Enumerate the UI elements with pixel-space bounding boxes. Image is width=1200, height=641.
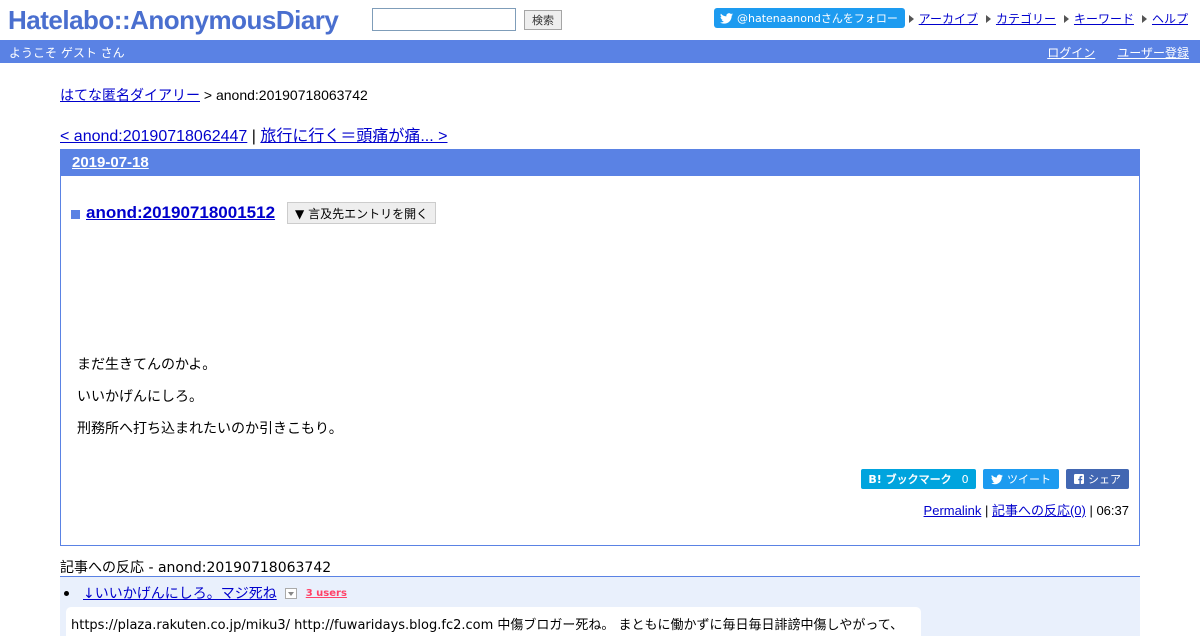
register-link[interactable]: ユーザー登録 bbox=[1117, 44, 1189, 61]
page-navigation: < anond:20190718062447 | 旅行に行く＝頭痛が痛... > bbox=[60, 122, 448, 146]
header-nav: アーカイブ カテゴリー キーワード ヘルプ bbox=[908, 10, 1188, 27]
square-bullet-icon bbox=[71, 209, 80, 219]
nav-item-category[interactable]: カテゴリー bbox=[985, 10, 1056, 27]
twitter-bird-icon bbox=[720, 12, 733, 24]
facebook-icon bbox=[1074, 474, 1084, 484]
arrow-right-icon bbox=[985, 14, 991, 23]
hatena-bookmark-button[interactable]: B! ブックマーク 0 bbox=[861, 469, 976, 489]
bookmark-count: 0 bbox=[961, 472, 969, 486]
reactions-link[interactable]: 記事への反応(0) bbox=[992, 503, 1086, 518]
facebook-share-button[interactable]: シェア bbox=[1066, 469, 1129, 489]
entry-time: 06:37 bbox=[1096, 503, 1129, 518]
site-logo[interactable]: Hatelabo::AnonymousDiary bbox=[8, 3, 339, 37]
user-bar: ようこそ ゲスト さん ログイン ユーザー登録 bbox=[0, 40, 1200, 63]
prev-entry-link[interactable]: < anond:20190718062447 bbox=[60, 128, 247, 145]
bullet-icon bbox=[64, 590, 69, 596]
nav-item-keyword[interactable]: キーワード bbox=[1063, 10, 1134, 27]
breadcrumb: はてな匿名ダイアリー > anond:20190718063742 bbox=[60, 85, 368, 105]
search-button[interactable]: 検索 bbox=[524, 10, 562, 30]
share-label: シェア bbox=[1088, 473, 1121, 486]
footer-separator: | bbox=[1085, 503, 1097, 518]
tweet-label: ツイート bbox=[1007, 473, 1051, 486]
arrow-right-icon bbox=[1141, 14, 1147, 23]
share-buttons: B! ブックマーク 0 ツイート シェア bbox=[861, 469, 1129, 489]
search-input[interactable] bbox=[372, 8, 516, 31]
entry-body: まだ生きてんのかよ。 いいかげんにしろ。 刑務所へ打ち込まれたいのか引きこもり。 bbox=[77, 349, 343, 445]
reaction-snippet: https://plaza.rakuten.co.jp/miku3/ http:… bbox=[66, 607, 921, 641]
login-link[interactable]: ログイン bbox=[1047, 44, 1095, 61]
entry-title-link[interactable]: anond:20190718001512 bbox=[86, 203, 275, 223]
nav-keyword-link[interactable]: キーワード bbox=[1074, 10, 1134, 27]
nav-item-archive[interactable]: アーカイブ bbox=[908, 10, 978, 27]
arrow-right-icon bbox=[908, 14, 914, 23]
permalink-link[interactable]: Permalink bbox=[924, 503, 982, 518]
footer-separator: | bbox=[981, 503, 992, 518]
entry-box: 2019-07-18 anond:20190718001512 ▼ 言及先エント… bbox=[60, 149, 1140, 546]
reaction-title-link[interactable]: ↓いいかげんにしろ。マジ死ね bbox=[83, 583, 277, 603]
breadcrumb-separator: > bbox=[200, 87, 216, 103]
site-header: Hatelabo::AnonymousDiary 検索 @hatenaanond… bbox=[0, 0, 1200, 40]
entry-footer: Permalink | 記事への反応(0) | 06:37 bbox=[924, 500, 1129, 519]
user-links: ログイン ユーザー登録 bbox=[1047, 44, 1189, 61]
entry-body-line: いいかげんにしろ。 bbox=[77, 389, 203, 405]
bookmark-users-badge[interactable]: 3 users bbox=[306, 588, 347, 599]
tweet-button[interactable]: ツイート bbox=[983, 469, 1059, 489]
entry-title-row: anond:20190718001512 ▼ 言及先エントリを開く bbox=[71, 202, 437, 224]
entry-body-line: まだ生きてんのかよ。 bbox=[77, 357, 217, 373]
entry-date-link[interactable]: 2019-07-18 bbox=[72, 154, 149, 171]
hatena-bookmark-label: B! ブックマーク bbox=[868, 473, 952, 486]
breadcrumb-current: anond:20190718063742 bbox=[215, 87, 368, 103]
welcome-text: ようこそ ゲスト さん bbox=[9, 46, 125, 60]
nav-category-link[interactable]: カテゴリー bbox=[996, 10, 1056, 27]
chevron-down-icon[interactable] bbox=[284, 587, 297, 599]
reactions-heading: 記事への反応 - anond:20190718063742 bbox=[60, 560, 332, 576]
reactions-list: ↓いいかげんにしろ。マジ死ね 3 users https://plaza.rak… bbox=[60, 576, 1140, 641]
nav-item-help[interactable]: ヘルプ bbox=[1141, 10, 1188, 27]
twitter-bird-icon bbox=[991, 474, 1003, 484]
pagenav-separator: | bbox=[247, 128, 261, 145]
list-item: ↓いいかげんにしろ。マジ死ね 3 users bbox=[64, 583, 347, 603]
nav-help-link[interactable]: ヘルプ bbox=[1152, 10, 1188, 27]
open-mentioned-entry-button[interactable]: ▼ 言及先エントリを開く bbox=[287, 202, 437, 224]
entry-date-bar: 2019-07-18 bbox=[61, 150, 1139, 176]
twitter-follow-button[interactable]: @hatenaanondさんをフォロー bbox=[714, 8, 905, 28]
arrow-right-icon bbox=[1063, 14, 1069, 23]
next-entry-link[interactable]: 旅行に行く＝頭痛が痛... > bbox=[260, 128, 447, 145]
follow-button-label: @hatenaanondさんをフォロー bbox=[737, 12, 898, 25]
entry-body-line: 刑務所へ打ち込まれたいのか引きこもり。 bbox=[77, 421, 343, 437]
breadcrumb-home-link[interactable]: はてな匿名ダイアリー bbox=[60, 87, 200, 103]
nav-archive-link[interactable]: アーカイブ bbox=[919, 10, 978, 27]
